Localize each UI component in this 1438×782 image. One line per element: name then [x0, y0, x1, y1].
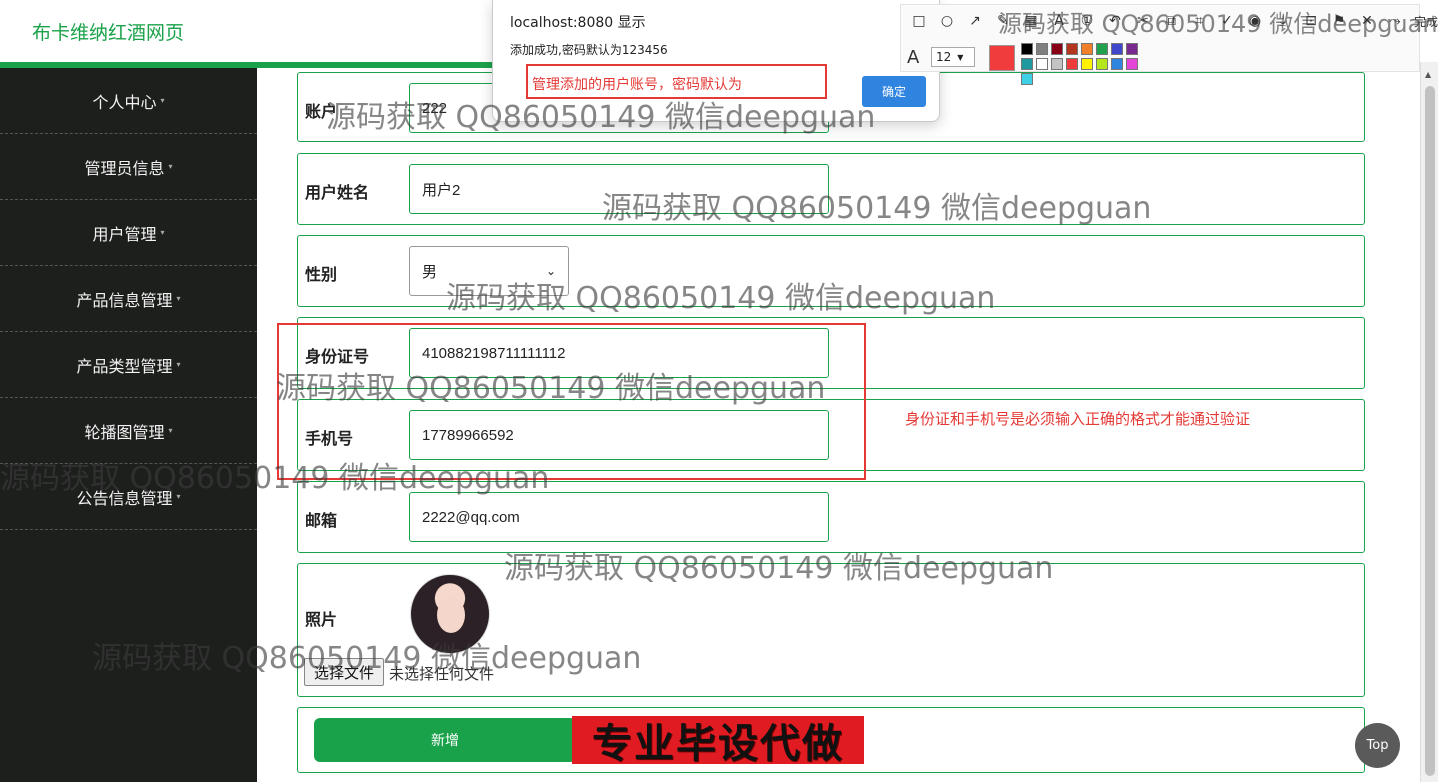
color-swatch[interactable] — [1051, 58, 1063, 70]
scroll-thumb[interactable] — [1425, 86, 1435, 776]
color-swatch[interactable] — [1036, 58, 1048, 70]
dialog-title: localhost:8080 显示 — [510, 15, 646, 31]
sidebar-item-personal-center[interactable]: 个人中心 ▾ — [0, 68, 257, 134]
sidebar-item-announcements[interactable]: 公告信息管理 ▾ — [0, 464, 257, 530]
color-swatch[interactable] — [1051, 43, 1063, 55]
undo-icon[interactable]: ↶ — [1103, 11, 1127, 31]
form-row-email: 邮箱 — [297, 481, 1365, 553]
sidebar-item-carousel[interactable]: 轮播图管理 ▾ — [0, 398, 257, 464]
color-swatch[interactable] — [1126, 58, 1138, 70]
sidebar-item-label: 管理员信息 — [84, 158, 165, 178]
color-swatch[interactable] — [1111, 43, 1123, 55]
promo-stamp: 专业毕设代做 — [572, 716, 864, 764]
color-swatch[interactable] — [1096, 43, 1108, 55]
text-icon[interactable]: A — [1047, 11, 1071, 31]
sidebar-item-label: 产品类型管理 — [76, 356, 173, 376]
pin-icon[interactable]: ⊡ — [1299, 11, 1323, 31]
caret-down-icon: ▾ — [168, 426, 173, 435]
sidebar-item-label: 产品信息管理 — [76, 290, 173, 310]
sidebar-item-label: 公告信息管理 — [76, 488, 173, 508]
caret-down-icon: ▾ — [168, 162, 173, 171]
color-swatch[interactable] — [1081, 58, 1093, 70]
name-input[interactable] — [409, 164, 829, 214]
form-row-name: 用户姓名 — [297, 153, 1365, 225]
pen-icon[interactable]: ✎ — [991, 11, 1015, 31]
color-swatch[interactable] — [1081, 43, 1093, 55]
sidebar-item-product-type[interactable]: 产品类型管理 ▾ — [0, 332, 257, 398]
checkmark-icon[interactable]: ✓ — [1215, 11, 1239, 31]
sidebar-item-label: 个人中心 — [92, 92, 157, 112]
close-icon[interactable]: ✕ — [1355, 11, 1379, 31]
caret-down-icon: ▾ — [160, 228, 165, 237]
share-icon[interactable]: ⤳ — [1383, 11, 1407, 31]
email-input[interactable] — [409, 492, 829, 542]
record-icon[interactable]: ◉ — [1243, 11, 1267, 31]
page-scrollbar[interactable]: ▲ — [1420, 62, 1438, 782]
sidebar-item-admin-info[interactable]: 管理员信息 ▾ — [0, 134, 257, 200]
account-label: 账户 — [305, 102, 338, 121]
gender-selected-value: 男 — [422, 263, 438, 281]
file-status-text: 未选择任何文件 — [389, 666, 495, 683]
color-swatch[interactable] — [1126, 43, 1138, 55]
color-swatch[interactable] — [1021, 73, 1033, 85]
font-size-select[interactable]: 12 ▼ — [931, 47, 975, 67]
arrow-icon[interactable]: ↗ — [963, 11, 987, 31]
form-row-photo: 照片 选择文件 未选择任何文件 — [297, 563, 1365, 697]
mosaic-icon[interactable]: ▦ — [1019, 11, 1043, 31]
color-palette — [1021, 43, 1138, 85]
scroll-up-icon[interactable]: ▲ — [1425, 70, 1431, 79]
color-swatch[interactable] — [1111, 58, 1123, 70]
form-row-gender: 性别 男 ⌄ — [297, 235, 1365, 307]
add-button[interactable]: 新增 — [314, 718, 576, 762]
done-button[interactable]: 完成 — [1411, 11, 1438, 31]
photo-label: 照片 — [305, 610, 338, 629]
color-swatch[interactable] — [1021, 58, 1033, 70]
color-swatch[interactable] — [1021, 43, 1033, 55]
dialog-message: 添加成功,密码默认为123456 — [510, 43, 668, 57]
caret-down-icon: ▾ — [176, 294, 181, 303]
annotation-highlight-box — [277, 323, 866, 480]
caret-down-icon: ▾ — [176, 492, 181, 501]
chevron-down-icon: ▼ — [957, 52, 964, 62]
rectangle-icon[interactable]: □ — [907, 11, 931, 31]
annotation-toolbar: □ ○ ↗ ✎ ▦ A ① ↶ ✂ ⧉ ⌗ ✓ ◉ ⤓ ⊡ ⚑ ✕ ⤳ 完成 A… — [900, 4, 1438, 85]
circle-icon[interactable]: ○ — [935, 11, 959, 31]
color-swatch[interactable] — [1066, 58, 1078, 70]
sidebar-item-label: 轮播图管理 — [84, 422, 165, 442]
flag-icon[interactable]: ⚑ — [1327, 11, 1351, 31]
copy-icon[interactable]: ⧉ — [1159, 11, 1183, 31]
ok-button[interactable]: 确定 — [862, 76, 926, 107]
sidebar-item-label: 用户管理 — [92, 224, 157, 244]
font-size-value: 12 — [936, 50, 952, 64]
chevron-down-icon: ⌄ — [545, 264, 556, 278]
validation-note: 身份证和手机号是必须输入正确的格式才能通过验证 — [905, 410, 1251, 428]
color-swatch[interactable] — [1096, 58, 1108, 70]
name-label: 用户姓名 — [305, 183, 370, 202]
font-size-icon: A — [907, 47, 920, 68]
sidebar-item-product-info[interactable]: 产品信息管理 ▾ — [0, 266, 257, 332]
gender-label: 性别 — [305, 265, 338, 284]
sidebar: 个人中心 ▾ 管理员信息 ▾ 用户管理 ▾ 产品信息管理 ▾ 产品类型管理 ▾ 轮播图管理… — [0, 68, 257, 782]
scissors-icon[interactable]: ✂ — [1131, 11, 1155, 31]
crop-icon[interactable]: ⌗ — [1187, 11, 1211, 31]
download-icon[interactable]: ⤓ — [1271, 11, 1295, 31]
gender-select[interactable]: 男 ⌄ — [409, 246, 569, 296]
color-swatch[interactable] — [1066, 43, 1078, 55]
back-to-top-button[interactable]: Top — [1355, 723, 1400, 768]
annotation-text-input[interactable]: 管理添加的用户账号，密码默认为 — [526, 64, 827, 99]
caret-down-icon: ▾ — [160, 96, 165, 105]
sidebar-item-user-management[interactable]: 用户管理 ▾ — [0, 200, 257, 266]
caret-down-icon: ▾ — [176, 360, 181, 369]
color-swatch[interactable] — [1036, 43, 1048, 55]
current-color-swatch[interactable] — [989, 45, 1015, 71]
photo-preview — [410, 574, 490, 654]
email-label: 邮箱 — [305, 511, 338, 530]
alert-dialog: localhost:8080 显示 添加成功,密码默认为123456 管理添加的… — [492, 0, 940, 122]
choose-file-button[interactable]: 选择文件 — [304, 658, 384, 686]
site-brand[interactable]: 布卡维纳红酒网页 — [32, 18, 184, 45]
number-icon[interactable]: ① — [1075, 11, 1099, 31]
app-window: 布卡维纳红酒网页 个人中心 ▾ 管理员信息 ▾ 用户管理 ▾ 产品信息管理 ▾ 产品类型… — [0, 0, 1438, 782]
